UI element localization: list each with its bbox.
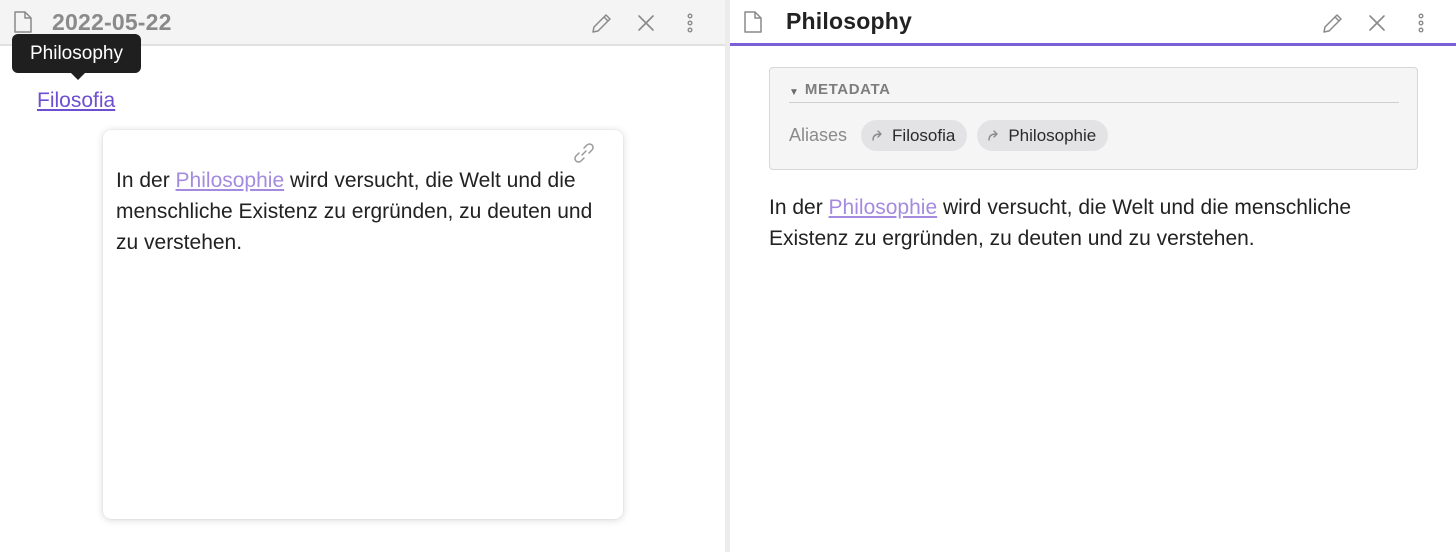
- pencil-icon: [592, 14, 611, 33]
- pencil-icon: [1323, 14, 1342, 33]
- metadata-toggle[interactable]: ▼ METADATA: [789, 81, 1399, 103]
- more-vertical-icon: [687, 13, 693, 33]
- arrow-forward-icon: [872, 130, 882, 141]
- metadata-title: METADATA: [804, 81, 891, 98]
- note-body: In der Philosophie wird versucht, die We…: [769, 192, 1429, 254]
- alias-chip-philosophie[interactable]: Philosophie: [977, 120, 1109, 151]
- close-icon: [638, 15, 654, 31]
- left-pane: 2022-05-22 Philosophy Filosofia In der P…: [0, 0, 725, 552]
- triangle-down-icon: ▼: [789, 87, 799, 98]
- close-button[interactable]: [629, 6, 663, 40]
- internal-link-philosophie[interactable]: Philosophie: [176, 169, 285, 192]
- edit-button[interactable]: [1316, 6, 1350, 40]
- internal-link-filosofia[interactable]: Filosofia: [37, 89, 115, 113]
- close-icon: [1369, 15, 1385, 31]
- hover-preview: In der Philosophie wird versucht, die We…: [103, 130, 623, 519]
- preview-text: In der Philosophie wird versucht, die We…: [116, 165, 611, 258]
- app-window: 2022-05-22 Philosophy Filosofia In der P…: [0, 0, 1456, 552]
- internal-link-philosophie[interactable]: Philosophie: [829, 196, 938, 219]
- aliases-label: Aliases: [789, 125, 848, 145]
- alias-chip-label: Philosophie: [1008, 125, 1097, 145]
- more-vertical-icon: [1418, 13, 1424, 33]
- alias-chip-filosofia[interactable]: Filosofia: [861, 120, 968, 151]
- file-icon: [730, 0, 776, 45]
- more-options-button[interactable]: [1404, 6, 1438, 40]
- tooltip-arrow: [70, 72, 86, 80]
- arrow-forward-icon: [988, 130, 999, 141]
- right-pane: Philosophy ▼ METADATA Aliases Filosofia …: [730, 0, 1456, 552]
- pane-title[interactable]: 2022-05-22: [52, 9, 172, 36]
- aliases-row: Aliases Filosofia Philosophie: [789, 120, 1118, 151]
- close-button[interactable]: [1360, 6, 1394, 40]
- alias-chip-label: Filosofia: [892, 125, 956, 145]
- open-link-button[interactable]: [571, 140, 597, 166]
- pane-title[interactable]: Philosophy: [786, 8, 912, 35]
- metadata-panel: ▼ METADATA Aliases Filosofia Philosophie: [769, 67, 1418, 170]
- more-options-button[interactable]: [673, 6, 707, 40]
- preview-text-before: In der: [116, 169, 176, 192]
- right-pane-header: Philosophy: [730, 0, 1456, 46]
- link-icon: [574, 143, 594, 163]
- tooltip: Philosophy: [12, 34, 141, 73]
- header-actions: [1316, 0, 1438, 46]
- body-text-before: In der: [769, 196, 829, 219]
- header-actions: [585, 0, 707, 46]
- edit-button[interactable]: [585, 6, 619, 40]
